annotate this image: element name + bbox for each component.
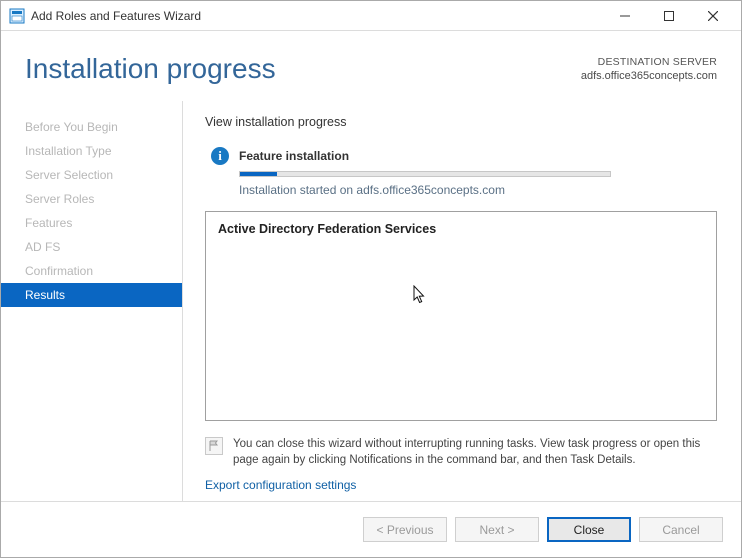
- app-icon: [9, 8, 25, 24]
- sidebar-item-server-roles: Server Roles: [1, 187, 182, 211]
- wizard-footer: < Previous Next > Close Cancel: [1, 501, 741, 557]
- progress-bar: [239, 171, 611, 177]
- heading-row: Installation progress DESTINATION SERVER…: [1, 31, 741, 85]
- feature-row: i Feature installation: [211, 147, 717, 165]
- sidebar-item-server-selection: Server Selection: [1, 163, 182, 187]
- destination-label: DESTINATION SERVER: [581, 55, 717, 69]
- flag-icon: [205, 437, 223, 455]
- mouse-cursor-icon: [413, 285, 427, 305]
- window-title: Add Roles and Features Wizard: [31, 9, 201, 23]
- sidebar-item-results[interactable]: Results: [1, 283, 182, 307]
- wizard-main: View installation progress i Feature ins…: [183, 101, 741, 501]
- next-button: Next >: [455, 517, 539, 542]
- close-button[interactable]: Close: [547, 517, 631, 542]
- minimize-button[interactable]: [603, 2, 647, 30]
- previous-button: < Previous: [363, 517, 447, 542]
- feature-installation-label: Feature installation: [239, 149, 349, 163]
- sidebar-item-ad-fs: AD FS: [1, 235, 182, 259]
- sidebar-item-installation-type: Installation Type: [1, 139, 182, 163]
- wizard-sidebar: Before You Begin Installation Type Serve…: [1, 101, 183, 501]
- export-configuration-link[interactable]: Export configuration settings: [205, 478, 717, 492]
- info-icon: i: [211, 147, 229, 165]
- window-controls: [603, 2, 735, 30]
- note-text: You can close this wizard without interr…: [233, 437, 717, 468]
- installation-started-text: Installation started on adfs.office365co…: [239, 183, 717, 197]
- page-title: Installation progress: [25, 53, 276, 85]
- sidebar-item-before-you-begin: Before You Begin: [1, 115, 182, 139]
- sidebar-item-confirmation: Confirmation: [1, 259, 182, 283]
- destination-block: DESTINATION SERVER adfs.office365concept…: [581, 55, 717, 84]
- result-box: Active Directory Federation Services: [205, 211, 717, 421]
- view-installation-progress-label: View installation progress: [205, 115, 717, 129]
- cancel-button: Cancel: [639, 517, 723, 542]
- close-window-button[interactable]: [691, 2, 735, 30]
- progress-bar-fill: [240, 172, 277, 176]
- result-heading: Active Directory Federation Services: [218, 222, 704, 236]
- titlebar: Add Roles and Features Wizard: [1, 1, 741, 31]
- sidebar-item-features: Features: [1, 211, 182, 235]
- maximize-button[interactable]: [647, 2, 691, 30]
- note-row: You can close this wizard without interr…: [205, 437, 717, 468]
- destination-server: adfs.office365concepts.com: [581, 69, 717, 84]
